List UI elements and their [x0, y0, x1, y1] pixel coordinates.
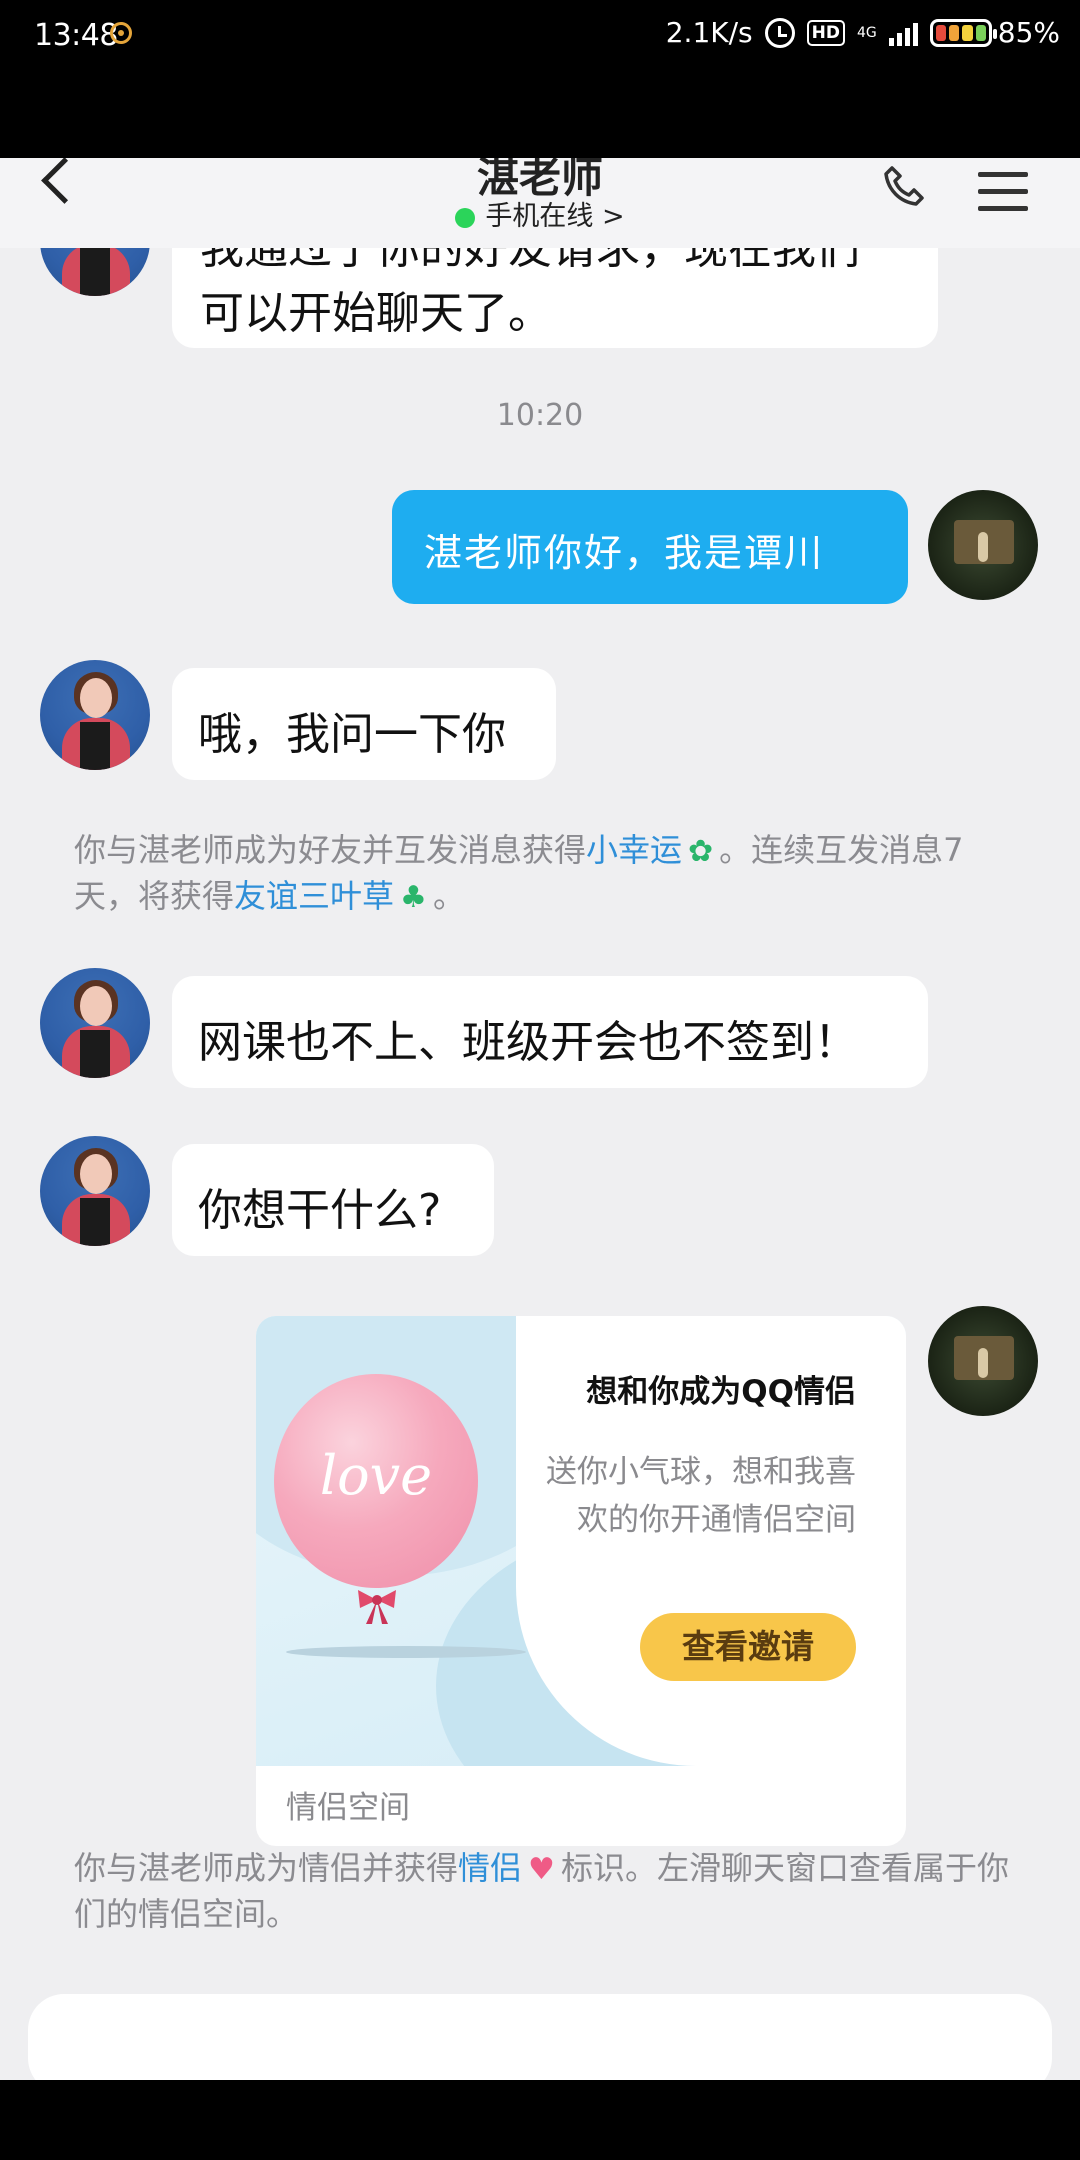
system-notice-friendship: 你与湛老师成为好友并互发消息获得小幸运 ✿ 。连续互发消息7天，将获得友谊三叶草 ♣。: [74, 828, 1014, 920]
status-icons: 2.1K/s HD 4G 85%: [666, 16, 1060, 49]
notice-text: 你与湛老师成为好友并互发消息获得: [74, 831, 587, 869]
alarm-icon: [764, 17, 795, 48]
notice-text: 你与湛老师成为情侣并获得: [74, 1849, 459, 1887]
chat-screen: 我通过了你的好友请求，现在我们 可以开始聊天了。 湛老师 手机在线 > 10:2…: [0, 158, 1080, 2080]
card-description: 送你小气球，想和我喜欢的你开通情侣空间: [546, 1454, 856, 1538]
card-footer-label: 情侣空间: [286, 1790, 410, 1826]
message-text: 可以开始聊天了。: [200, 288, 552, 339]
card-title: 想和你成为QQ情侣: [586, 1374, 856, 1410]
notice-text: 。: [432, 877, 465, 915]
status-time: 13:48: [34, 18, 118, 53]
signal-icon: [888, 20, 918, 46]
battery-icon: [929, 18, 997, 47]
battery-indicator: 85%: [929, 16, 1060, 49]
phone-call-icon[interactable]: [882, 164, 926, 208]
message-bubble-received[interactable]: 你想干什么?: [172, 1144, 494, 1256]
battery-percent: 85%: [997, 16, 1060, 49]
balloon-text: love: [319, 1444, 433, 1507]
message-timestamp: 10:20: [496, 398, 584, 433]
contact-avatar[interactable]: [40, 660, 150, 770]
message-bubble-received[interactable]: 网课也不上、班级开会也不签到！: [172, 976, 928, 1088]
balloon-image: love: [274, 1374, 478, 1588]
contact-avatar[interactable]: [40, 1136, 150, 1246]
net-speed: 2.1K/s: [665, 16, 753, 49]
couple-invite-card[interactable]: love 想和你成为QQ情侣 送你小气球，想和我喜欢的你开通情侣空间 查看邀请 …: [256, 1316, 906, 1846]
network-type: 4G: [857, 24, 877, 41]
hd-icon: HD: [806, 19, 845, 46]
message-bubble-sent[interactable]: 湛老师你好，我是谭川: [392, 490, 908, 604]
message-input[interactable]: [28, 1994, 1052, 2080]
online-status-text: 手机在线: [485, 201, 594, 232]
contact-avatar[interactable]: [40, 968, 150, 1078]
my-avatar[interactable]: [928, 490, 1038, 600]
status-bar: 13:48 2.1K/s HD 4G 85%: [0, 0, 1080, 158]
heart-badge-icon: ♥: [528, 1852, 555, 1887]
my-avatar[interactable]: [928, 1306, 1038, 1416]
hotspot-icon: [110, 22, 132, 44]
ribbon-bow-icon: [358, 1590, 396, 1624]
message-text: 湛老师你好，我是谭川: [424, 531, 825, 575]
lucky-link[interactable]: 小幸运: [586, 831, 682, 869]
input-area: [0, 1984, 1080, 2080]
menu-icon[interactable]: [978, 172, 1028, 223]
message-text: 网课也不上、班级开会也不签到！: [198, 1017, 858, 1068]
chevron-right-icon: >: [601, 201, 625, 232]
message-text: 哦，我问一下你: [198, 709, 506, 760]
view-invite-button[interactable]: 查看邀请: [640, 1613, 856, 1681]
bottom-bar: [0, 2080, 1080, 2160]
message-bubble-received[interactable]: 哦，我问一下你: [172, 668, 556, 780]
system-notice-couple: 你与湛老师成为情侣并获得情侣 ♥ 标识。左滑聊天窗口查看属于你们的情侣空间。: [74, 1846, 1014, 1936]
friendship-clover-link[interactable]: 友谊三叶草: [234, 877, 394, 915]
couple-link[interactable]: 情侣: [458, 1849, 522, 1887]
sprout-icon: ✿: [688, 834, 714, 869]
online-dot-icon: [455, 207, 476, 228]
clover-icon: ♣: [400, 880, 427, 915]
card-illustration: love 想和你成为QQ情侣 送你小气球，想和我喜欢的你开通情侣空间 查看邀请: [256, 1316, 906, 1766]
message-text: 你想干什么?: [198, 1185, 442, 1236]
chat-header: 湛老师 手机在线 >: [0, 158, 1080, 248]
